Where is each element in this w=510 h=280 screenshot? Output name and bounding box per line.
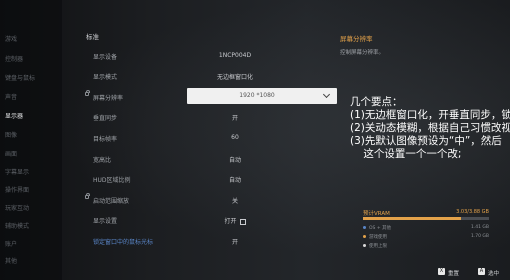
sidebar-item-graphics[interactable]: 图像 <box>5 130 17 139</box>
setting-label: HUD区域比例 <box>93 177 131 184</box>
vram-row-os: OS + 其他 1.41 GB <box>363 225 489 231</box>
resolution-dropdown[interactable]: 1920 *1080 <box>187 88 337 104</box>
section-title: 标准 <box>86 33 99 41</box>
sidebar-item-accessibility[interactable]: 辅助模式 <box>5 221 29 230</box>
open-label: 打开 <box>224 218 237 225</box>
setting-label: 目标帧率 <box>93 136 118 143</box>
sidebar-item-interface[interactable]: 操作界面 <box>5 185 29 194</box>
vram-row-value: 1.70 GB <box>470 234 489 239</box>
sidebar: 游戏 控制器 键盘与鼠标 声音 显示器 图像 画面 字幕显示 操作界面 玩家互动… <box>0 0 62 280</box>
setting-row-range-scaling[interactable]: 启动范围缩放 关 <box>80 191 342 207</box>
setting-value: 无边框窗口化 <box>216 74 253 81</box>
legend-dot <box>363 244 366 247</box>
sidebar-item-audio[interactable]: 声音 <box>5 92 17 101</box>
setting-value: 打开 <box>200 216 270 225</box>
setting-value: 开 <box>231 115 238 122</box>
setting-row-vsync[interactable]: 垂直同步 开 <box>80 108 342 124</box>
sidebar-item-controller[interactable]: 控制器 <box>5 54 23 63</box>
setting-row-target-fps[interactable]: 目标帧率 60 <box>80 129 342 145</box>
external-link-icon <box>239 218 246 225</box>
setting-label: 显示设置 <box>93 218 118 225</box>
setting-value: 自动 <box>228 177 241 184</box>
info-title: 屏幕分辨率 <box>340 35 373 43</box>
vram-usage: 3.03/3.88 GB <box>456 209 489 215</box>
sidebar-item-display[interactable]: 显示器 <box>5 111 23 120</box>
legend-dot <box>363 235 366 238</box>
vram-row-label: 使用上限 <box>369 244 387 249</box>
setting-label: 宽高比 <box>93 157 112 164</box>
setting-row-display-mode[interactable]: 显示模式 无边框窗口化 <box>80 67 342 83</box>
reset-button[interactable]: 重置 <box>448 269 459 277</box>
setting-label: 显示设备 <box>93 54 118 61</box>
overlay-note: 几个要点： (1)无边框窗口化，开垂直同步，锁 (2)关动态模糊，根据自己习惯改… <box>350 96 510 160</box>
settings-list: 标准 显示设备 1NCP004D 显示模式 无边框窗口化 屏幕分辨率 1920 … <box>80 0 350 280</box>
x-button-icon: X <box>438 268 445 275</box>
a-button-icon: A <box>478 268 485 275</box>
setting-value: 60 <box>231 134 239 141</box>
setting-value: 1NCP004D <box>218 52 252 59</box>
vram-bar-fill <box>363 217 462 220</box>
vram-row-label: OS + 其他 <box>369 226 392 231</box>
setting-row-aspect-ratio[interactable]: 宽高比 自动 <box>80 150 342 166</box>
select-button[interactable]: 选中 <box>488 269 499 277</box>
sidebar-item-other[interactable]: 其他 <box>5 256 17 265</box>
setting-label: 锁定窗口中的鼠标光标 <box>93 239 154 246</box>
vram-title: 预计VRAM <box>363 211 390 217</box>
lock-icon <box>85 90 90 96</box>
setting-label: 屏幕分辨率 <box>93 95 124 102</box>
setting-label: 垂直同步 <box>93 115 118 122</box>
sidebar-item-account[interactable]: 账户 <box>5 239 17 248</box>
setting-row-lock-cursor[interactable]: 锁定窗口中的鼠标光标 开 <box>80 232 342 248</box>
setting-value: 开 <box>231 239 238 246</box>
setting-value: 关 <box>231 198 238 205</box>
legend-dot <box>363 226 366 229</box>
setting-label: 显示模式 <box>93 74 118 81</box>
dropdown-value: 1920 *1080 <box>239 92 275 99</box>
info-description: 控制屏幕分辨率。 <box>340 50 385 56</box>
vram-row-game: 游戏使用 1.70 GB <box>363 234 489 240</box>
vram-row-label: 游戏使用 <box>369 235 387 240</box>
setting-label: 启动范围缩放 <box>93 198 130 205</box>
vram-row-limit: 使用上限 <box>363 243 489 249</box>
sidebar-item-keyboard-mouse[interactable]: 键盘与鼠标 <box>5 73 35 82</box>
setting-row-display-settings[interactable]: 显示设置 打开 <box>80 211 342 227</box>
setting-row-display-device[interactable]: 显示设备 1NCP004D <box>80 47 342 63</box>
vram-panel: 预计VRAM 3.03/3.88 GB OS + 其他 1.41 GB 游戏使用… <box>360 207 492 257</box>
sidebar-item-subtitles[interactable]: 字幕显示 <box>5 167 29 176</box>
setting-row-hud-ratio[interactable]: HUD区域比例 自动 <box>80 170 342 186</box>
vram-row-value: 1.41 GB <box>470 225 489 230</box>
sidebar-item-game[interactable]: 游戏 <box>5 34 17 43</box>
footer-bar: X 重置 A 选中 <box>0 265 510 280</box>
sidebar-item-player-interaction[interactable]: 玩家互动 <box>5 203 29 212</box>
setting-value: 自动 <box>228 157 241 164</box>
lock-icon <box>85 193 90 199</box>
sidebar-item-screen[interactable]: 画面 <box>5 149 17 158</box>
vram-bar <box>363 217 489 220</box>
